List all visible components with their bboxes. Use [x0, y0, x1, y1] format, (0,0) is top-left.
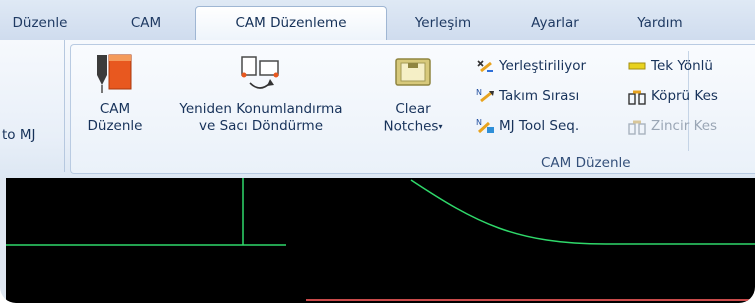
dropdown-arrow-icon[interactable]: ▾	[438, 122, 442, 131]
reposition-rotate-icon	[241, 56, 279, 89]
cam-edit-button[interactable]: CAM Düzenle	[85, 49, 145, 135]
clear-notches-label-1: Clear	[395, 101, 431, 117]
cam-edit-label-2: Düzenle	[87, 118, 143, 134]
curved-edge	[410, 179, 755, 245]
reposition-label-1: Yeniden Konumlandırma	[179, 101, 343, 117]
drawing-canvas[interactable]	[6, 178, 755, 303]
to-mj-button[interactable]: to MJ	[2, 124, 35, 146]
tab-yardim[interactable]: Yardım	[620, 8, 700, 38]
chain-cut-button[interactable]: Zincir Kes	[627, 115, 717, 137]
chain-cut-icon	[628, 120, 646, 135]
bridge-cut-button[interactable]: Köprü Kes	[627, 85, 718, 107]
clear-notches-label-2: Notches▾	[375, 118, 451, 136]
reposition-label-2: ve Sacı Döndürme	[199, 118, 323, 134]
svg-text:N: N	[476, 118, 482, 127]
app-window: Düzenle CAM CAM Düzenleme Yerleşim Ayarl…	[0, 0, 755, 303]
ribbon-tab-strip: Düzenle CAM CAM Düzenleme Yerleşim Ayarl…	[0, 0, 755, 41]
cam-edit-icon	[97, 54, 132, 93]
tool-order-icon: N	[476, 88, 494, 103]
chain-cut-label: Zincir Kes	[651, 118, 718, 134]
tab-ayarlar[interactable]: Ayarlar	[515, 8, 595, 38]
tab-duzenle[interactable]: Düzenle	[2, 8, 78, 38]
one-way-label: Tek Yönlü	[651, 58, 713, 74]
tab-yerlesim[interactable]: Yerleşim	[398, 8, 488, 38]
bridge-cut-label: Köprü Kes	[651, 88, 718, 104]
mj-tool-seq-button[interactable]: N MJ Tool Seq.	[475, 115, 579, 137]
group-label: CAM Düzenle	[541, 155, 631, 171]
previous-group: to MJ	[0, 40, 65, 172]
bridge-cut-icon	[628, 90, 646, 105]
tab-cam-duzenleme[interactable]: CAM Düzenleme	[195, 6, 387, 40]
mj-tool-seq-label: MJ Tool Seq.	[499, 118, 580, 134]
cad-geometry	[6, 178, 755, 301]
cam-duzenle-group: CAM Düzenle Yeniden Konumlandırma ve Sac…	[70, 44, 755, 174]
reposition-rotate-sheet-button[interactable]: Yeniden Konumlandırma ve Sacı Döndürme	[151, 49, 371, 135]
mj-tool-seq-icon: N	[476, 118, 494, 134]
placing-button[interactable]: Yerleştiriliyor	[475, 55, 586, 77]
tab-cam[interactable]: CAM	[116, 8, 176, 38]
placing-icon	[477, 60, 493, 73]
clear-notches-icon	[395, 58, 431, 86]
placing-label: Yerleştiriliyor	[499, 58, 587, 74]
clear-notches-button[interactable]: Clear Notches▾	[375, 49, 451, 136]
one-way-button[interactable]: Tek Yönlü	[627, 55, 713, 77]
clear-notches-label-text: Notches	[383, 118, 439, 135]
tool-order-label: Takım Sırası	[499, 88, 580, 104]
cam-edit-label-1: CAM	[99, 101, 131, 117]
tool-order-button[interactable]: N Takım Sırası	[475, 85, 579, 107]
ribbon-panel: to MJ CAM Düzenle Yeniden Konumlandırma …	[0, 40, 755, 179]
svg-text:N: N	[476, 88, 482, 97]
one-way-icon	[628, 62, 646, 70]
